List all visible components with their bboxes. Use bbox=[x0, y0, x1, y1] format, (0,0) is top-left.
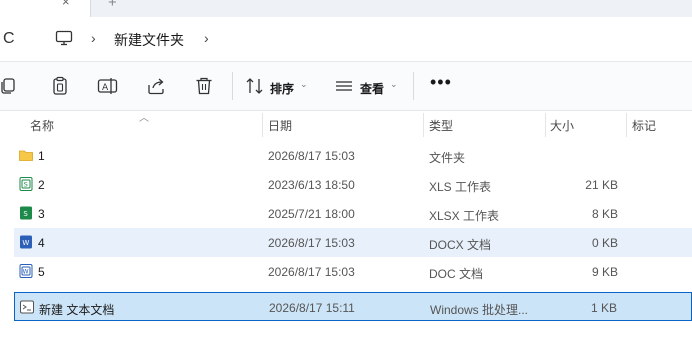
file-name: 1 bbox=[38, 149, 45, 163]
file-name: 新建 文本文档 bbox=[39, 303, 115, 317]
xls-file-icon: S bbox=[19, 177, 33, 191]
file-type: 文件夹 bbox=[429, 151, 466, 165]
copy-icon[interactable] bbox=[0, 76, 18, 96]
file-size: 8 KB bbox=[591, 207, 618, 221]
view-chevron-down-icon[interactable]: ⌄ bbox=[390, 79, 398, 90]
svg-text:W: W bbox=[23, 269, 29, 276]
file-name: 3 bbox=[38, 207, 45, 221]
tab-strip: × + bbox=[0, 0, 692, 17]
share-icon[interactable] bbox=[146, 76, 166, 96]
view-button-label[interactable]: 查看 bbox=[360, 80, 384, 97]
svg-text:A: A bbox=[102, 83, 109, 93]
this-pc-icon[interactable] bbox=[55, 30, 73, 46]
breadcrumb-chevron-icon[interactable]: › bbox=[204, 30, 209, 46]
svg-text:S: S bbox=[23, 210, 28, 218]
doc-file-icon: W bbox=[19, 264, 33, 278]
file-date: 2025/7/21 18:00 bbox=[268, 207, 355, 221]
column-divider[interactable] bbox=[545, 113, 546, 137]
sort-button-label[interactable]: 排序 bbox=[270, 80, 294, 97]
file-date: 2026/8/17 15:03 bbox=[268, 236, 355, 250]
view-icon[interactable] bbox=[334, 76, 354, 96]
file-name: 4 bbox=[38, 236, 45, 250]
file-date: 2026/8/17 15:11 bbox=[269, 301, 355, 315]
sort-icon[interactable] bbox=[245, 76, 265, 96]
column-divider[interactable] bbox=[262, 113, 263, 137]
file-row[interactable]: 新建 文本文档 2026/8/17 15:11 Windows 批处理... 1… bbox=[14, 292, 692, 321]
refresh-button[interactable]: C bbox=[3, 30, 15, 48]
new-tab-button[interactable]: + bbox=[108, 0, 117, 11]
file-row[interactable]: W 5 2026/8/17 15:03 DOC 文档 9 KB bbox=[14, 257, 692, 286]
tab-close-button[interactable]: × bbox=[62, 0, 70, 9]
toolbar-divider bbox=[232, 72, 233, 100]
file-size: 1 KB bbox=[590, 301, 617, 315]
toolbar-divider bbox=[413, 72, 414, 100]
tab-current[interactable]: × bbox=[0, 0, 91, 17]
column-header-type[interactable]: 类型 bbox=[429, 117, 453, 134]
batch-file-icon bbox=[20, 300, 34, 314]
column-header-tags[interactable]: 标记 bbox=[632, 117, 656, 134]
rename-icon[interactable]: A bbox=[97, 76, 119, 96]
more-options-button[interactable]: ••• bbox=[430, 72, 452, 93]
file-size: 21 KB bbox=[585, 178, 618, 192]
folder-icon bbox=[19, 148, 33, 162]
file-row[interactable]: S 3 2025/7/21 18:00 XLSX 工作表 8 KB bbox=[14, 199, 692, 228]
column-header-row: ︿ 名称 日期 类型 大小 标记 bbox=[0, 109, 692, 139]
breadcrumb-item-folder[interactable]: 新建文件夹 bbox=[114, 30, 184, 50]
file-size: 9 KB bbox=[591, 265, 618, 279]
column-header-name[interactable]: 名称 bbox=[30, 117, 54, 134]
delete-icon[interactable] bbox=[195, 76, 213, 96]
svg-text:S: S bbox=[24, 181, 28, 189]
paste-icon[interactable] bbox=[51, 76, 69, 96]
file-date: 2026/8/17 15:03 bbox=[268, 265, 355, 279]
file-type: Windows 批处理... bbox=[430, 303, 529, 317]
file-row[interactable]: S 2 2023/6/13 18:50 XLS 工作表 21 KB bbox=[14, 170, 692, 199]
file-row[interactable]: W 4 2026/8/17 15:03 DOCX 文档 0 KB bbox=[14, 228, 692, 257]
column-divider[interactable] bbox=[423, 113, 424, 137]
file-name: 5 bbox=[38, 265, 45, 279]
docx-file-icon: W bbox=[19, 235, 33, 249]
file-type: DOCX 文档 bbox=[429, 238, 492, 252]
file-date: 2026/8/17 15:03 bbox=[268, 149, 355, 163]
svg-text:W: W bbox=[22, 239, 29, 247]
file-name: 2 bbox=[38, 178, 45, 192]
file-row[interactable]: 1 2026/8/17 15:03 文件夹 bbox=[14, 141, 692, 170]
sort-chevron-down-icon[interactable]: ⌄ bbox=[300, 79, 308, 90]
column-divider[interactable] bbox=[626, 113, 627, 137]
address-bar: C › 新建文件夹 › bbox=[0, 17, 692, 61]
sort-ascending-icon: ︿ bbox=[139, 113, 149, 124]
file-type: XLSX 工作表 bbox=[429, 209, 500, 223]
command-bar: A 排序 ⌄ 查看 ⌄ ••• bbox=[0, 61, 692, 111]
xlsx-file-icon: S bbox=[19, 206, 33, 220]
file-type: DOC 文档 bbox=[429, 267, 484, 281]
file-size: 0 KB bbox=[591, 236, 618, 250]
column-header-size[interactable]: 大小 bbox=[550, 117, 574, 134]
file-type: XLS 工作表 bbox=[429, 180, 492, 194]
breadcrumb-separator-icon[interactable]: › bbox=[91, 30, 96, 46]
column-header-date[interactable]: 日期 bbox=[268, 117, 292, 134]
file-date: 2023/6/13 18:50 bbox=[268, 178, 355, 192]
